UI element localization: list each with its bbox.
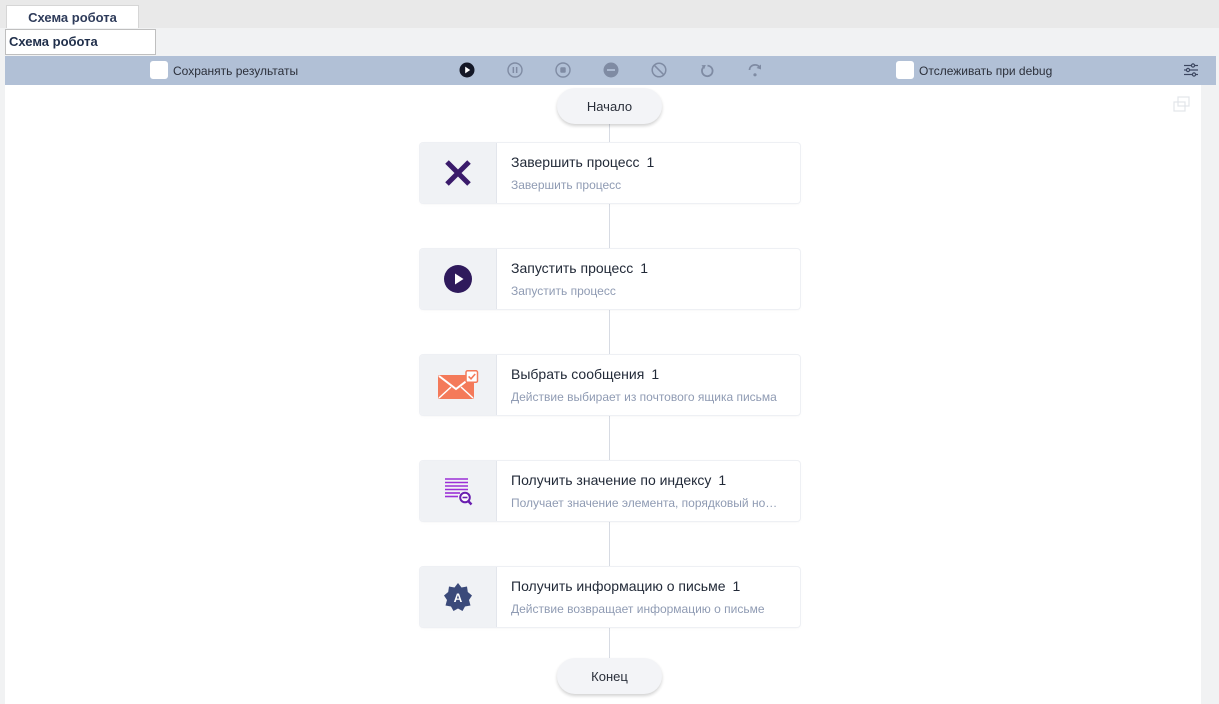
close-x-icon: [420, 143, 497, 203]
cancel-icon[interactable]: [650, 61, 668, 79]
flow-step-get-message-info[interactable]: A Получить информацию о письме 1 Действие…: [420, 567, 800, 627]
step-over-icon[interactable]: [746, 61, 764, 79]
flow-step-finish-process[interactable]: Завершить процесс 1 Завершить процесс: [420, 143, 800, 203]
svg-text:A: A: [454, 591, 463, 605]
settings-sliders-icon[interactable]: [1182, 61, 1200, 79]
list-search-icon: [420, 461, 497, 521]
step-count: 1: [651, 366, 660, 382]
step-title: Получить информацию о письме: [511, 578, 726, 594]
save-results-label: Сохранять результаты: [173, 64, 299, 78]
stop-icon[interactable]: [554, 61, 572, 79]
rotate-left-icon[interactable]: [698, 61, 716, 79]
play-circle-icon: [420, 249, 497, 309]
play-icon[interactable]: [458, 61, 476, 79]
flow-step-get-value-by-index[interactable]: Получить значение по индексу 1 Получает з…: [420, 461, 800, 521]
step-title: Завершить процесс: [511, 154, 640, 170]
end-node[interactable]: Конец: [557, 658, 662, 694]
step-subtitle: Завершить процесс: [511, 178, 622, 192]
track-debug-checkbox[interactable]: [896, 61, 914, 79]
step-subtitle: Запустить процесс: [511, 284, 616, 298]
step-title: Запустить процесс: [511, 260, 634, 276]
step-title: Получить значение по индексу: [511, 472, 712, 488]
vertical-scrollbar[interactable]: [1201, 85, 1216, 704]
pause-icon[interactable]: [506, 61, 524, 79]
mail-check-icon: [420, 355, 497, 415]
step-subtitle: Действие возвращает информацию о письме: [511, 602, 765, 616]
step-subtitle: Получает значение элемента, порядковый н…: [511, 496, 781, 510]
track-debug-label: Отслеживать при debug: [919, 64, 1053, 78]
step-count: 1: [646, 154, 655, 170]
badge-a-icon: A: [420, 567, 497, 627]
step-count: 1: [718, 472, 727, 488]
flow-step-select-messages[interactable]: Выбрать сообщения 1 Действие выбирает из …: [420, 355, 800, 415]
step-title: Выбрать сообщения: [511, 366, 645, 382]
flow-step-start-process[interactable]: Запустить процесс 1 Запустить процесс: [420, 249, 800, 309]
step-count: 1: [732, 578, 741, 594]
toolbar: Сохранять результаты Отслеживать при deb…: [5, 56, 1216, 85]
step-count: 1: [640, 260, 649, 276]
tab-robot-scheme[interactable]: Схема робота: [6, 5, 139, 28]
step-subtitle: Действие выбирает из почтового ящика пис…: [511, 390, 777, 404]
start-node[interactable]: Начало: [557, 88, 662, 124]
scheme-name-field[interactable]: Схема робота: [5, 29, 156, 55]
minus-circle-icon[interactable]: [602, 61, 620, 79]
save-results-checkbox[interactable]: [150, 61, 168, 79]
fit-view-icon[interactable]: [1173, 96, 1191, 112]
